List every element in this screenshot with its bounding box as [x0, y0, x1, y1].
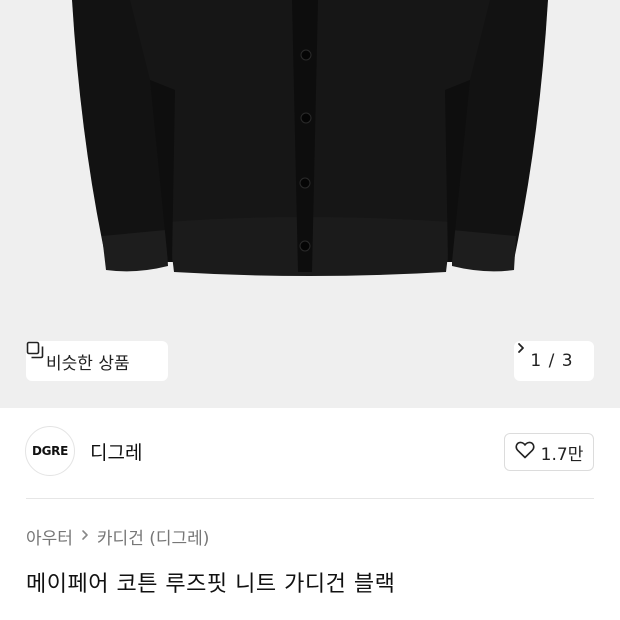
chevron-right-icon [79, 527, 91, 547]
brand-name[interactable]: 디그레 [90, 438, 142, 465]
brand-logo-text: DGRE [31, 444, 69, 458]
divider [26, 498, 594, 499]
breadcrumb-category[interactable]: 아우터 [26, 524, 73, 549]
like-button[interactable]: 1.7만 [504, 433, 594, 471]
breadcrumb: 아우터 카디건 (디그레) [26, 524, 209, 549]
brand-row: DGRE 디그레 1.7만 [0, 408, 620, 500]
like-count: 1.7만 [540, 444, 584, 465]
image-pager-button[interactable]: 1 / 3 [514, 341, 594, 381]
breadcrumb-subcategory[interactable]: 카디건 (디그레) [97, 524, 210, 549]
brand-logo[interactable]: DGRE [25, 426, 75, 476]
similar-products-label: 비슷한 상품 [46, 353, 130, 374]
heart-icon [515, 441, 535, 463]
image-pager-text: 1 / 3 [530, 351, 574, 371]
product-title: 메이페어 코튼 루즈핏 니트 가디건 블랙 [26, 572, 396, 597]
similar-products-button[interactable]: 비슷한 상품 [26, 341, 168, 381]
product-image-gallery[interactable]: 비슷한 상품 1 / 3 [0, 0, 620, 408]
